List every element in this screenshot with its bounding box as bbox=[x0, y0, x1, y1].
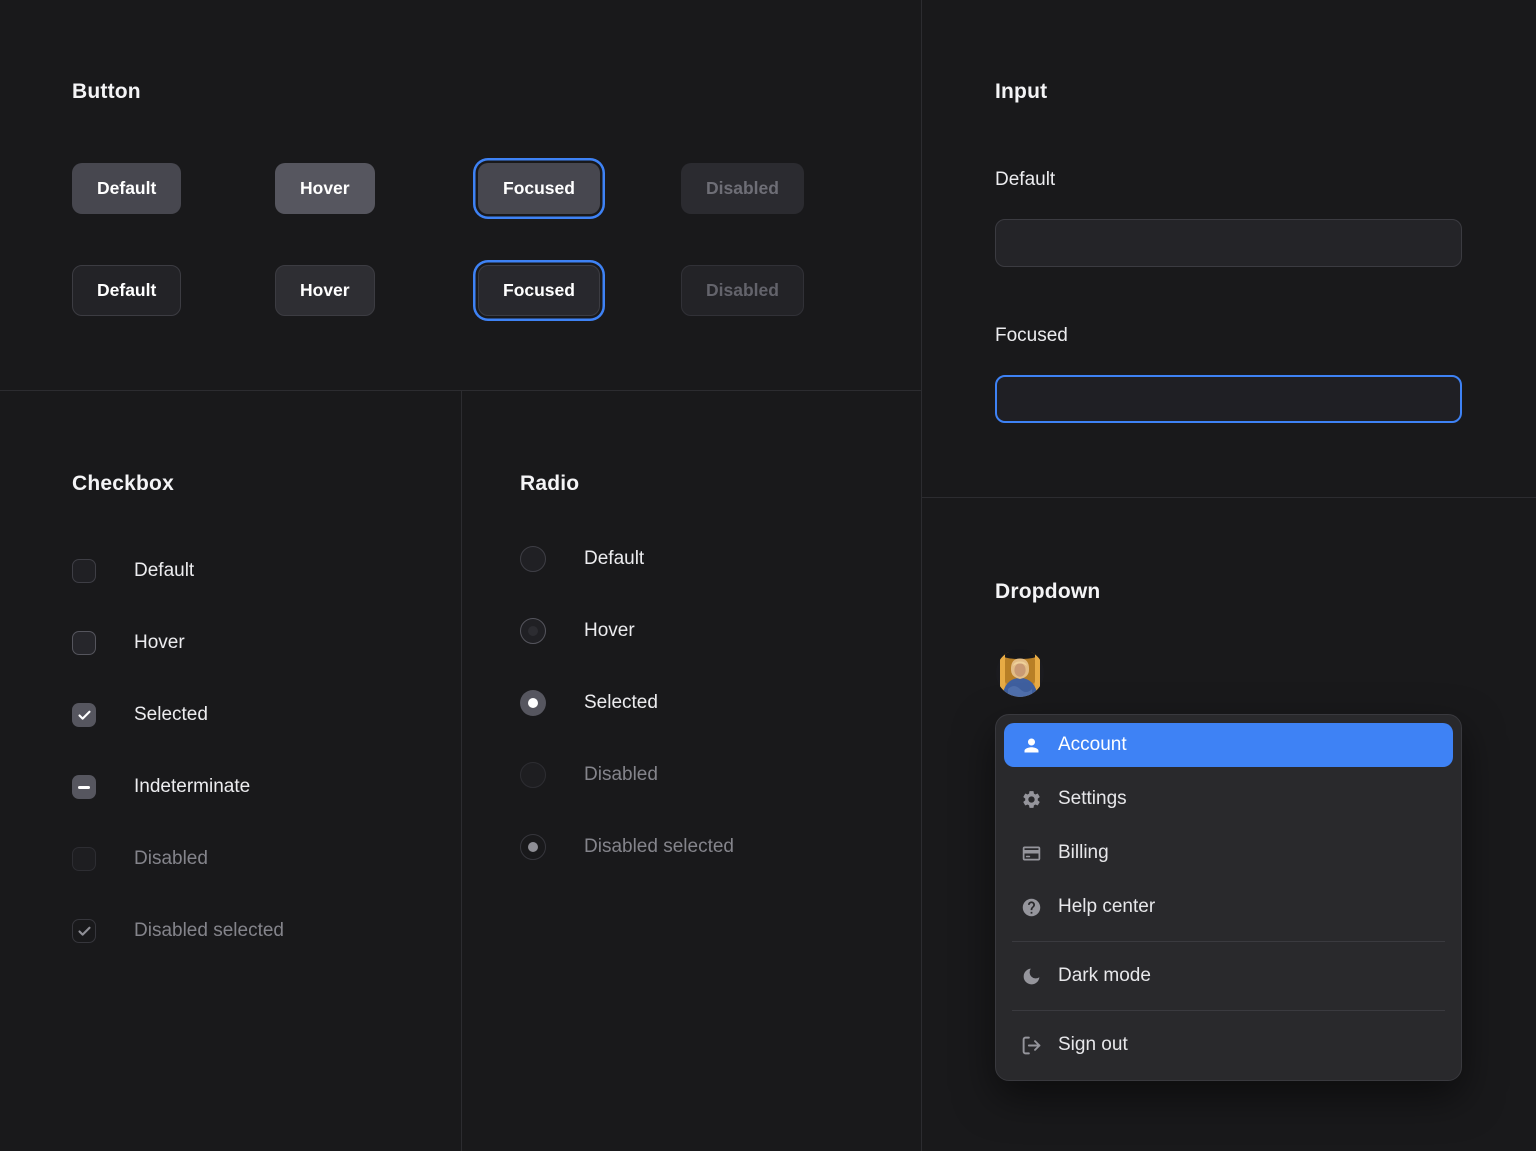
radio-hover[interactable] bbox=[520, 618, 546, 644]
component-gallery: Button Default Hover Focused Disabled De… bbox=[0, 0, 1536, 1151]
radio-label: Selected bbox=[584, 692, 658, 714]
vertical-divider-main bbox=[921, 0, 922, 1151]
horizontal-divider-right bbox=[922, 497, 1536, 498]
radio-label: Disabled selected bbox=[584, 836, 734, 858]
checkbox-label: Disabled bbox=[134, 848, 208, 870]
checkbox-selected[interactable] bbox=[72, 703, 96, 727]
radio-row-hover: Hover bbox=[520, 618, 635, 644]
button-outline-default[interactable]: Default bbox=[72, 265, 181, 316]
button-solid-default[interactable]: Default bbox=[72, 163, 181, 214]
input-section-title: Input bbox=[995, 80, 1047, 104]
sign-out-icon bbox=[1020, 1034, 1042, 1056]
checkbox-row-disabled-selected: Disabled selected bbox=[72, 919, 284, 943]
gear-icon bbox=[1020, 788, 1042, 810]
radio-dot bbox=[528, 626, 538, 636]
dropdown-menu: Account Settings Billing bbox=[995, 714, 1462, 1081]
help-circle-icon bbox=[1020, 896, 1042, 918]
checkbox-indeterminate[interactable] bbox=[72, 775, 96, 799]
credit-card-icon bbox=[1020, 842, 1042, 864]
moon-icon bbox=[1020, 965, 1042, 987]
checkbox-label: Selected bbox=[134, 704, 208, 726]
menu-divider bbox=[1012, 941, 1445, 942]
button-outline-hover[interactable]: Hover bbox=[275, 265, 375, 316]
checkbox-disabled-selected bbox=[72, 919, 96, 943]
input-default-label: Default bbox=[995, 169, 1055, 191]
button-solid-focused[interactable]: Focused bbox=[478, 163, 600, 214]
checkbox-row-selected: Selected bbox=[72, 703, 208, 727]
button-outline-focused[interactable]: Focused bbox=[478, 265, 600, 316]
menu-item-label: Help center bbox=[1058, 896, 1155, 918]
checkbox-row-default: Default bbox=[72, 559, 194, 583]
menu-item-label: Billing bbox=[1058, 842, 1109, 864]
checkbox-label: Default bbox=[134, 560, 194, 582]
checkbox-row-hover: Hover bbox=[72, 631, 185, 655]
radio-row-selected: Selected bbox=[520, 690, 658, 716]
radio-row-default: Default bbox=[520, 546, 644, 572]
dropdown-section-title: Dropdown bbox=[995, 580, 1100, 604]
radio-row-disabled-selected: Disabled selected bbox=[520, 834, 734, 860]
button-solid-hover[interactable]: Hover bbox=[275, 163, 375, 214]
radio-disabled-selected bbox=[520, 834, 546, 860]
input-focused-label: Focused bbox=[995, 325, 1068, 347]
checkbox-default[interactable] bbox=[72, 559, 96, 583]
menu-divider bbox=[1012, 1010, 1445, 1011]
radio-disabled bbox=[520, 762, 546, 788]
checkbox-label: Hover bbox=[134, 632, 185, 654]
vertical-divider-checkbox-radio bbox=[461, 391, 462, 1151]
person-icon bbox=[1020, 734, 1042, 756]
check-icon bbox=[77, 708, 92, 723]
menu-item-label: Settings bbox=[1058, 788, 1127, 810]
radio-label: Disabled bbox=[584, 764, 658, 786]
user-avatar[interactable] bbox=[996, 649, 1044, 697]
check-icon bbox=[77, 924, 92, 939]
menu-item-dark-mode[interactable]: Dark mode bbox=[1004, 949, 1453, 1003]
checkbox-disabled bbox=[72, 847, 96, 871]
menu-item-account[interactable]: Account bbox=[1004, 723, 1453, 767]
radio-label: Hover bbox=[584, 620, 635, 642]
radio-default[interactable] bbox=[520, 546, 546, 572]
checkbox-row-disabled: Disabled bbox=[72, 847, 208, 871]
checkbox-label: Indeterminate bbox=[134, 776, 250, 798]
checkbox-hover[interactable] bbox=[72, 631, 96, 655]
radio-dot bbox=[528, 698, 538, 708]
button-outline-disabled: Disabled bbox=[681, 265, 804, 316]
checkbox-row-indeterminate: Indeterminate bbox=[72, 775, 250, 799]
button-section-title: Button bbox=[72, 80, 141, 104]
indeterminate-dash-icon bbox=[78, 786, 90, 789]
radio-section-title: Radio bbox=[520, 472, 579, 496]
menu-item-billing[interactable]: Billing bbox=[1004, 826, 1453, 880]
menu-item-label: Sign out bbox=[1058, 1034, 1128, 1056]
menu-item-sign-out[interactable]: Sign out bbox=[1004, 1018, 1453, 1072]
button-solid-disabled: Disabled bbox=[681, 163, 804, 214]
radio-row-disabled: Disabled bbox=[520, 762, 658, 788]
checkbox-label: Disabled selected bbox=[134, 920, 284, 942]
radio-selected[interactable] bbox=[520, 690, 546, 716]
checkbox-section-title: Checkbox bbox=[72, 472, 174, 496]
text-input-focused[interactable] bbox=[995, 375, 1462, 423]
menu-item-settings[interactable]: Settings bbox=[1004, 772, 1453, 826]
avatar-photo bbox=[996, 649, 1044, 697]
menu-item-help-center[interactable]: Help center bbox=[1004, 880, 1453, 934]
menu-item-label: Dark mode bbox=[1058, 965, 1151, 987]
radio-dot bbox=[528, 842, 538, 852]
menu-item-label: Account bbox=[1058, 734, 1127, 756]
text-input-default[interactable] bbox=[995, 219, 1462, 267]
radio-label: Default bbox=[584, 548, 644, 570]
